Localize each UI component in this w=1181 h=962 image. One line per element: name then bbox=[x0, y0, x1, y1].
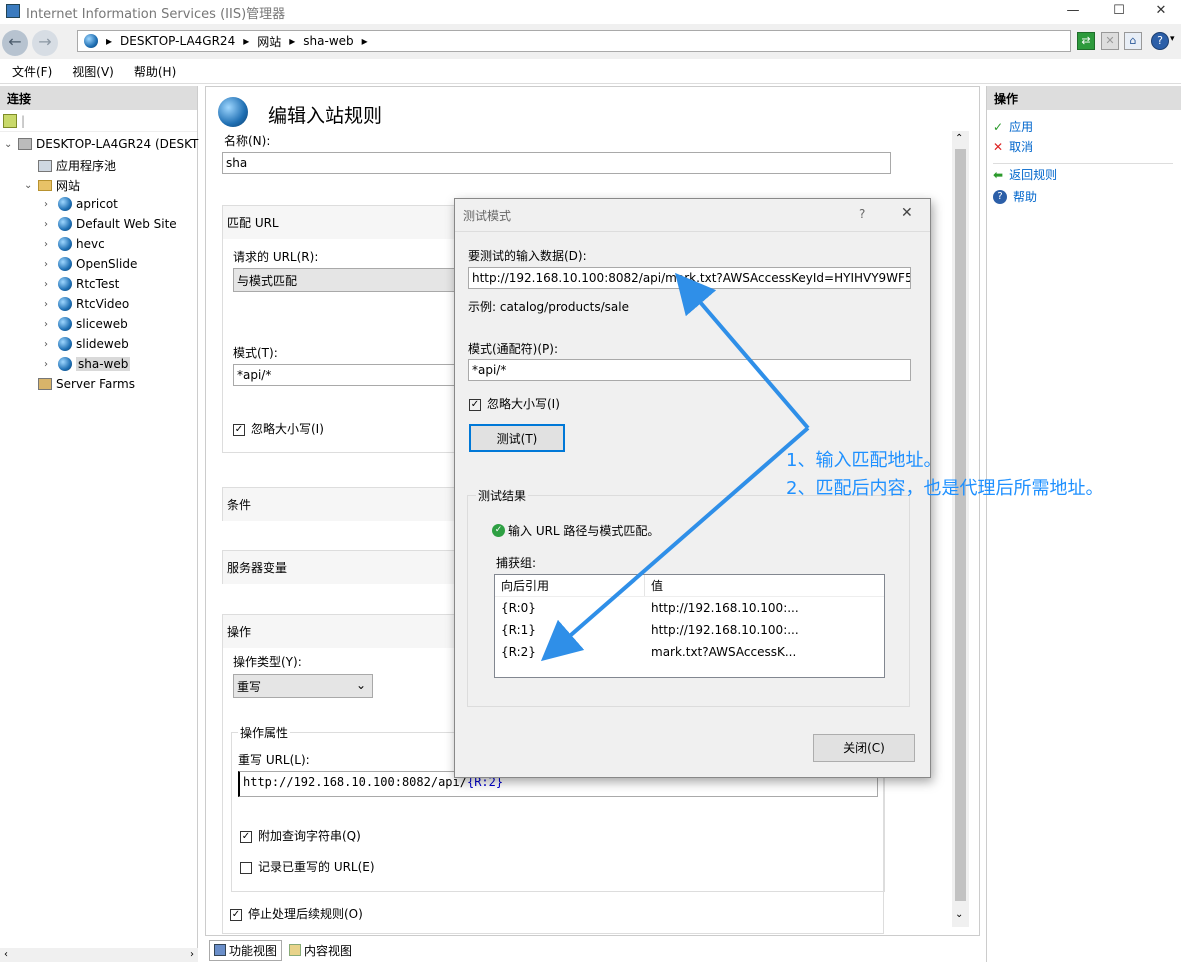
annotation-line-1: 1、输入匹配地址。 bbox=[786, 450, 942, 471]
arrow-to-input bbox=[674, 272, 810, 430]
arrow-to-capture bbox=[540, 426, 810, 662]
annotation-line-2: 2、匹配后内容，也是代理后所需地址。 bbox=[786, 478, 1104, 499]
